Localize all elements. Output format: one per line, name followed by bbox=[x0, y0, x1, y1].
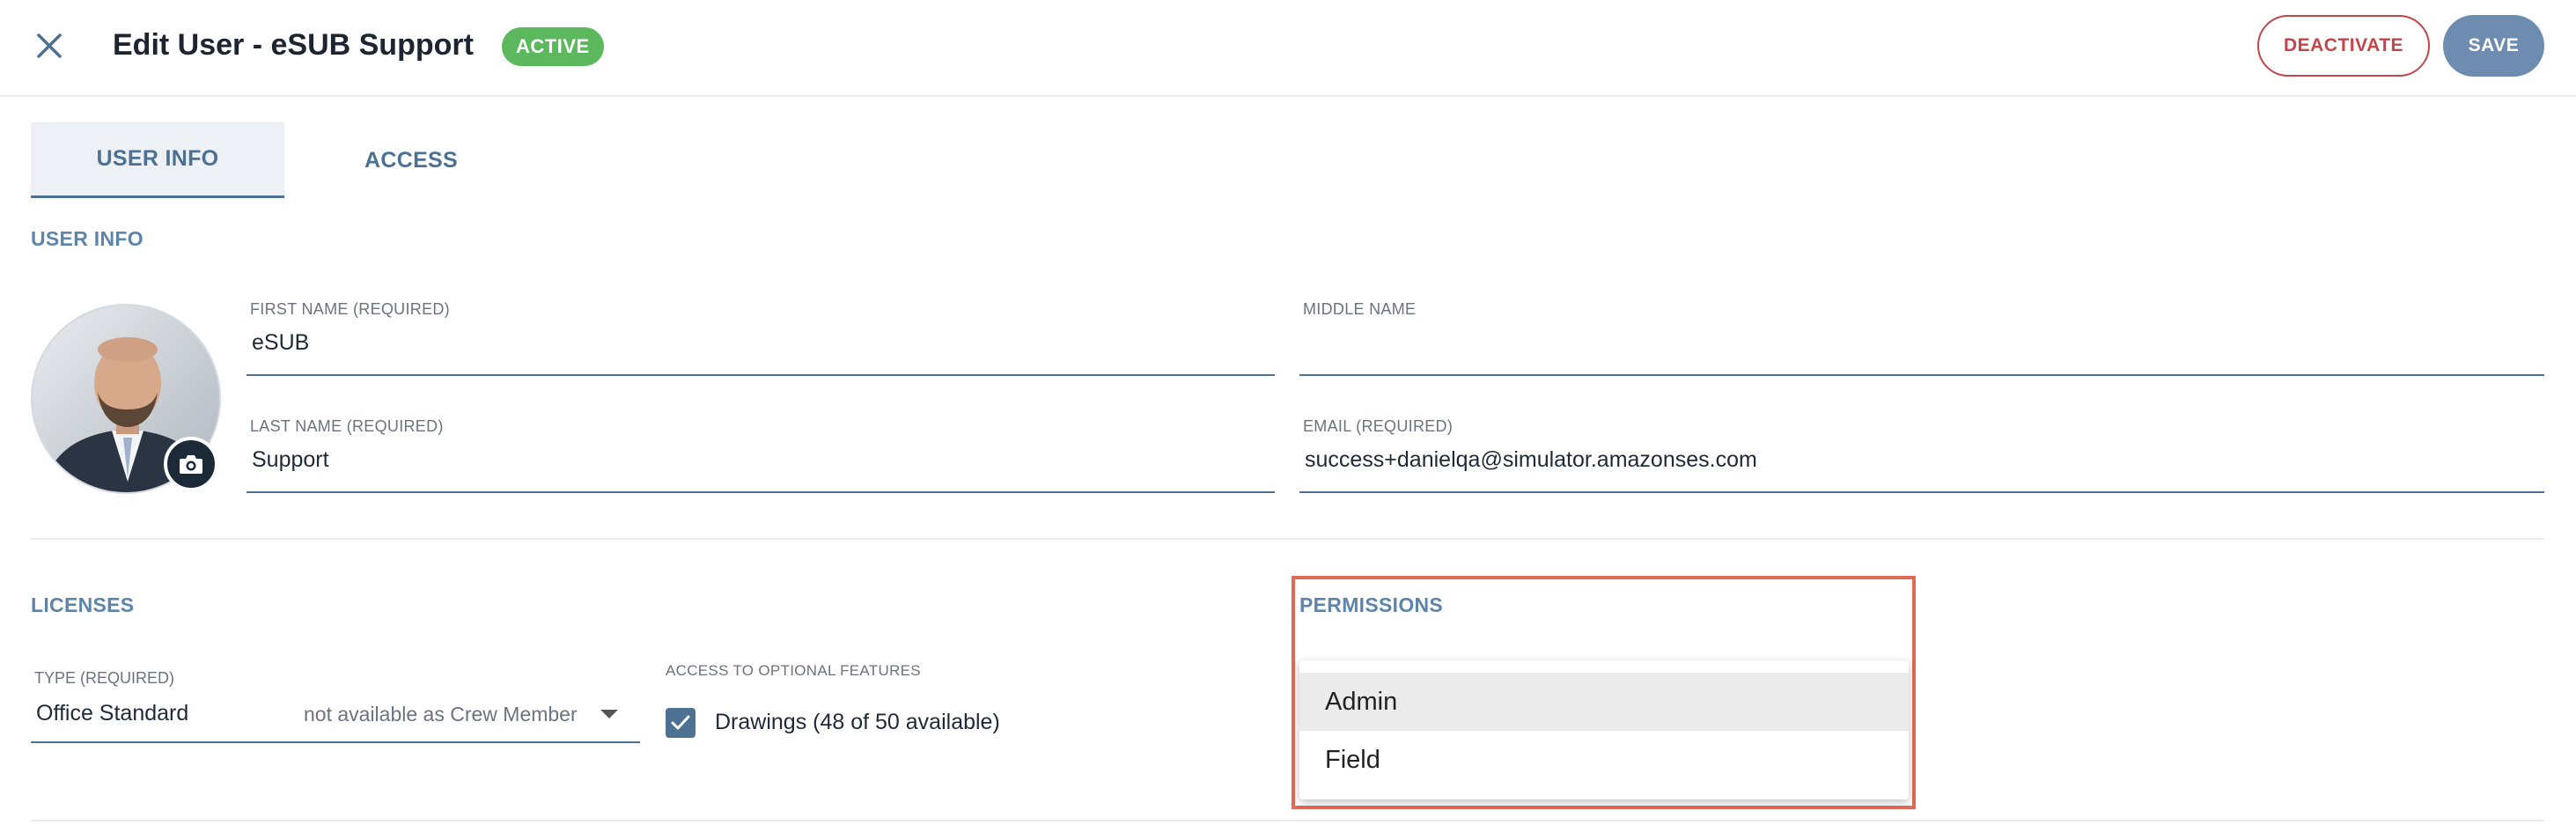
middle-name-underline bbox=[1299, 374, 2544, 376]
header-bar: Edit User - eSUB Support ACTIVE DEACTIVA… bbox=[0, 0, 2576, 97]
permissions-section-title: PERMISSIONS bbox=[1299, 593, 1444, 616]
close-icon[interactable] bbox=[36, 33, 63, 59]
email-underline bbox=[1299, 491, 2544, 493]
licenses-section-title: LICENSES bbox=[31, 593, 135, 616]
bottom-divider bbox=[31, 820, 2544, 822]
last-name-underline bbox=[247, 491, 1275, 493]
license-type-select[interactable]: TYPE (REQUIRED) Office Standard not avai… bbox=[31, 666, 640, 743]
email-value[interactable]: success+danielqa@simulator.amazonses.com bbox=[1305, 447, 1757, 473]
first-name-field[interactable]: FIRST NAME (REQUIRED) eSUB bbox=[247, 300, 1275, 376]
last-name-label: LAST NAME (REQUIRED) bbox=[250, 417, 444, 435]
save-button[interactable]: SAVE bbox=[2443, 15, 2544, 77]
license-type-label: TYPE (REQUIRED) bbox=[34, 669, 175, 687]
deactivate-button[interactable]: DEACTIVATE bbox=[2257, 15, 2430, 77]
tab-user-info[interactable]: USER INFO bbox=[31, 122, 284, 198]
last-name-value[interactable]: Support bbox=[252, 447, 329, 473]
user-info-section-title: USER INFO bbox=[31, 227, 144, 250]
middle-name-field[interactable]: MIDDLE NAME bbox=[1299, 300, 2544, 376]
license-type-note: not available as Crew Member bbox=[304, 703, 578, 726]
drawings-checkbox[interactable] bbox=[666, 708, 696, 738]
last-name-field[interactable]: LAST NAME (REQUIRED) Support bbox=[247, 417, 1275, 493]
permissions-dropdown-menu: Admin Field bbox=[1299, 660, 1909, 799]
close-button[interactable] bbox=[30, 26, 69, 65]
first-name-label: FIRST NAME (REQUIRED) bbox=[250, 300, 450, 318]
permission-option-field[interactable]: Field bbox=[1299, 731, 1909, 789]
middle-name-label: MIDDLE NAME bbox=[1303, 300, 1417, 318]
first-name-underline bbox=[247, 374, 1275, 376]
permission-option-admin[interactable]: Admin bbox=[1299, 673, 1909, 731]
change-photo-button[interactable] bbox=[164, 437, 218, 491]
status-badge: ACTIVE bbox=[502, 27, 604, 66]
camera-icon[interactable] bbox=[179, 453, 203, 475]
email-field[interactable]: EMAIL (REQUIRED) success+danielqa@simula… bbox=[1299, 417, 2544, 493]
email-label: EMAIL (REQUIRED) bbox=[1303, 417, 1454, 435]
chevron-down-icon[interactable] bbox=[600, 710, 618, 718]
license-type-value: Office Standard bbox=[36, 701, 189, 726]
page-title: Edit User - eSUB Support bbox=[113, 28, 474, 62]
section-divider bbox=[31, 538, 2544, 540]
optional-features-label: ACCESS TO OPTIONAL FEATURES bbox=[666, 662, 921, 679]
license-type-underline bbox=[31, 741, 640, 743]
tab-access[interactable]: ACCESS bbox=[284, 122, 538, 198]
check-icon bbox=[671, 715, 690, 730]
drawings-checkbox-label[interactable]: Drawings (48 of 50 available) bbox=[715, 710, 1000, 735]
first-name-value[interactable]: eSUB bbox=[252, 330, 309, 356]
